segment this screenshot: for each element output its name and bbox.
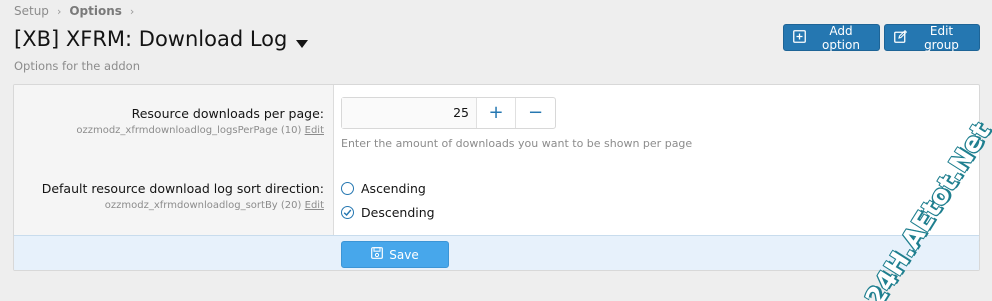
sort-ascending-radio[interactable]: Ascending (341, 181, 426, 196)
breadcrumb-item-options[interactable]: Options (69, 4, 122, 18)
radio-unchecked-icon[interactable] (341, 182, 354, 195)
breadcrumb-item-setup[interactable]: Setup (14, 4, 49, 18)
chevron-right-icon: › (56, 4, 62, 18)
sort-meta: ozzmodz_xfrmdownloadlog_sortBy (20) Edit (42, 200, 324, 211)
add-option-button[interactable]: Add option (783, 23, 880, 52)
title-row: [XB] XFRM: Download Log (14, 27, 309, 51)
options-panel: Resource downloads per page: ozzmodz_xfr… (13, 84, 980, 271)
decrement-button[interactable]: − (516, 98, 555, 128)
label-column: Resource downloads per page: ozzmodz_xfr… (14, 85, 334, 235)
page-title: [XB] XFRM: Download Log (14, 27, 288, 51)
increment-button[interactable]: + (477, 98, 516, 128)
per-page-meta: ozzmodz_xfrmdownloadlog_logsPerPage (10)… (76, 125, 324, 136)
save-button[interactable]: Save (341, 241, 449, 268)
page-subtitle: Options for the addon (14, 59, 140, 73)
sort-option-id: ozzmodz_xfrmdownloadlog_sortBy (20) (104, 200, 302, 211)
sort-ascending-label: Ascending (361, 181, 426, 196)
per-page-label: Resource downloads per page: (131, 106, 324, 121)
breadcrumb: Setup › Options › (14, 4, 134, 18)
per-page-option-id: ozzmodz_xfrmdownloadlog_logsPerPage (10) (76, 125, 302, 136)
per-page-label-block: Resource downloads per page: ozzmodz_xfr… (76, 106, 324, 136)
per-page-stepper[interactable]: 25 + − (341, 97, 556, 129)
plus-square-icon (793, 29, 806, 46)
edit-group-button[interactable]: Edit group (884, 23, 980, 52)
sort-descending-label: Descending (361, 205, 435, 220)
sort-label-block: Default resource download log sort direc… (42, 181, 324, 211)
save-icon (371, 247, 384, 262)
radio-checked-icon[interactable] (341, 206, 354, 219)
caret-down-icon[interactable] (295, 34, 309, 48)
edit-icon (894, 29, 908, 46)
per-page-input[interactable]: 25 (342, 98, 477, 128)
chevron-right-icon: › (129, 4, 135, 18)
sort-label: Default resource download log sort direc… (41, 181, 324, 196)
sort-descending-radio[interactable]: Descending (341, 205, 435, 220)
form-footer: Save (14, 235, 979, 270)
edit-group-label: Edit group (924, 23, 959, 52)
sort-edit-link[interactable]: Edit (305, 200, 324, 211)
add-option-label: Add option (822, 23, 860, 52)
save-label: Save (389, 247, 419, 262)
per-page-hint: Enter the amount of downloads you want t… (341, 137, 693, 150)
per-page-edit-link[interactable]: Edit (305, 125, 324, 136)
